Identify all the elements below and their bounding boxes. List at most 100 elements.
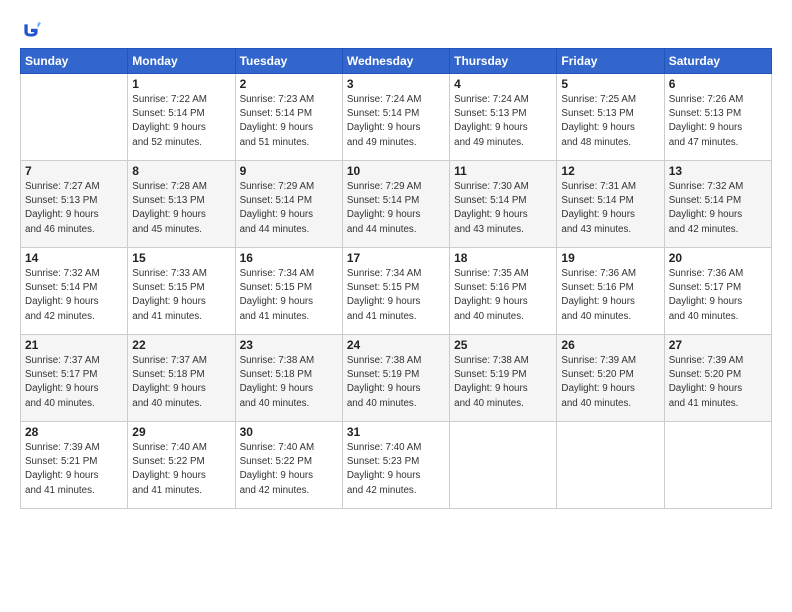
page: SundayMondayTuesdayWednesdayThursdayFrid… — [0, 0, 792, 612]
calendar-table: SundayMondayTuesdayWednesdayThursdayFrid… — [20, 48, 772, 509]
day-number: 28 — [25, 425, 123, 439]
weekday-header-sunday: Sunday — [21, 49, 128, 74]
calendar-cell: 6Sunrise: 7:26 AM Sunset: 5:13 PM Daylig… — [664, 74, 771, 161]
calendar-cell: 12Sunrise: 7:31 AM Sunset: 5:14 PM Dayli… — [557, 161, 664, 248]
day-number: 20 — [669, 251, 767, 265]
day-number: 8 — [132, 164, 230, 178]
day-info: Sunrise: 7:24 AM Sunset: 5:14 PM Dayligh… — [347, 93, 445, 150]
calendar-cell: 14Sunrise: 7:32 AM Sunset: 5:14 PM Dayli… — [21, 248, 128, 335]
day-number: 4 — [454, 77, 552, 91]
weekday-header-wednesday: Wednesday — [342, 49, 449, 74]
day-info: Sunrise: 7:39 AM Sunset: 5:21 PM Dayligh… — [25, 441, 123, 498]
calendar-cell: 24 Sunrise: 7:38 AM Sunset: 5:19 PM Dayli… — [342, 335, 449, 422]
day-number: 3 — [347, 77, 445, 91]
day-number: 12 — [561, 164, 659, 178]
calendar-cell: 19 Sunrise: 7:36 AM Sunset: 5:16 PM Dayli… — [557, 248, 664, 335]
day-info: Sunrise: 7:34 AM Sunset: 5:15 PM Dayligh… — [240, 267, 338, 324]
day-number: 6 — [669, 77, 767, 91]
week-row-5: 28 Sunrise: 7:39 AM Sunset: 5:21 PM Dayli… — [21, 422, 772, 509]
day-number: 18 — [454, 251, 552, 265]
calendar-cell — [21, 74, 128, 161]
calendar-cell — [557, 422, 664, 509]
day-number: 31 — [347, 425, 445, 439]
day-info: Sunrise: 7:37 AM Sunset: 5:18 PM Dayligh… — [132, 354, 230, 411]
day-info: Sunrise: 7:23 AM Sunset: 5:14 PM Dayligh… — [240, 93, 338, 150]
calendar-cell: 18Sunrise: 7:35 AM Sunset: 5:16 PM Dayli… — [450, 248, 557, 335]
calendar-cell — [664, 422, 771, 509]
day-number: 29 — [132, 425, 230, 439]
day-info: Sunrise: 7:36 AM Sunset: 5:16 PM Dayligh… — [561, 267, 659, 324]
day-number: 24 — [347, 338, 445, 352]
day-number: 23 — [240, 338, 338, 352]
calendar-cell: 25 Sunrise: 7:38 AM Sunset: 5:19 PM Dayli… — [450, 335, 557, 422]
day-info: Sunrise: 7:32 AM Sunset: 5:14 PM Dayligh… — [669, 180, 767, 237]
day-info: Sunrise: 7:36 AM Sunset: 5:17 PM Dayligh… — [669, 267, 767, 324]
weekday-header-saturday: Saturday — [664, 49, 771, 74]
calendar-cell: 29Sunrise: 7:40 AM Sunset: 5:22 PM Dayli… — [128, 422, 235, 509]
day-number: 7 — [25, 164, 123, 178]
day-info: Sunrise: 7:27 AM Sunset: 5:13 PM Dayligh… — [25, 180, 123, 237]
day-info: Sunrise: 7:24 AM Sunset: 5:13 PM Dayligh… — [454, 93, 552, 150]
day-info: Sunrise: 7:40 AM Sunset: 5:23 PM Dayligh… — [347, 441, 445, 498]
weekday-row: SundayMondayTuesdayWednesdayThursdayFrid… — [21, 49, 772, 74]
day-number: 27 — [669, 338, 767, 352]
logo-icon — [20, 20, 42, 42]
day-info: Sunrise: 7:38 AM Sunset: 5:19 PM Dayligh… — [347, 354, 445, 411]
calendar-cell: 4 Sunrise: 7:24 AM Sunset: 5:13 PM Daylig… — [450, 74, 557, 161]
day-number: 17 — [347, 251, 445, 265]
day-number: 25 — [454, 338, 552, 352]
day-number: 22 — [132, 338, 230, 352]
day-number: 16 — [240, 251, 338, 265]
day-number: 9 — [240, 164, 338, 178]
weekday-header-monday: Monday — [128, 49, 235, 74]
day-info: Sunrise: 7:29 AM Sunset: 5:14 PM Dayligh… — [347, 180, 445, 237]
calendar-cell: 15 Sunrise: 7:33 AM Sunset: 5:15 PM Dayli… — [128, 248, 235, 335]
calendar-cell: 23 Sunrise: 7:38 AM Sunset: 5:18 PM Dayli… — [235, 335, 342, 422]
day-number: 26 — [561, 338, 659, 352]
day-number: 2 — [240, 77, 338, 91]
calendar-cell — [450, 422, 557, 509]
day-info: Sunrise: 7:37 AM Sunset: 5:17 PM Dayligh… — [25, 354, 123, 411]
day-number: 11 — [454, 164, 552, 178]
calendar-cell: 1 Sunrise: 7:22 AM Sunset: 5:14 PM Daylig… — [128, 74, 235, 161]
calendar-cell: 27 Sunrise: 7:39 AM Sunset: 5:20 PM Dayli… — [664, 335, 771, 422]
day-number: 1 — [132, 77, 230, 91]
calendar-body: 1 Sunrise: 7:22 AM Sunset: 5:14 PM Daylig… — [21, 74, 772, 509]
calendar-cell: 9 Sunrise: 7:29 AM Sunset: 5:14 PM Daylig… — [235, 161, 342, 248]
day-info: Sunrise: 7:30 AM Sunset: 5:14 PM Dayligh… — [454, 180, 552, 237]
day-number: 15 — [132, 251, 230, 265]
week-row-3: 14Sunrise: 7:32 AM Sunset: 5:14 PM Dayli… — [21, 248, 772, 335]
logo — [20, 20, 46, 42]
calendar-cell: 16 Sunrise: 7:34 AM Sunset: 5:15 PM Dayli… — [235, 248, 342, 335]
day-info: Sunrise: 7:38 AM Sunset: 5:19 PM Dayligh… — [454, 354, 552, 411]
calendar-cell: 17 Sunrise: 7:34 AM Sunset: 5:15 PM Dayli… — [342, 248, 449, 335]
day-number: 13 — [669, 164, 767, 178]
day-info: Sunrise: 7:39 AM Sunset: 5:20 PM Dayligh… — [669, 354, 767, 411]
day-number: 14 — [25, 251, 123, 265]
day-info: Sunrise: 7:29 AM Sunset: 5:14 PM Dayligh… — [240, 180, 338, 237]
calendar-cell: 28 Sunrise: 7:39 AM Sunset: 5:21 PM Dayli… — [21, 422, 128, 509]
calendar-cell: 7 Sunrise: 7:27 AM Sunset: 5:13 PM Daylig… — [21, 161, 128, 248]
day-info: Sunrise: 7:40 AM Sunset: 5:22 PM Dayligh… — [240, 441, 338, 498]
calendar-cell: 13 Sunrise: 7:32 AM Sunset: 5:14 PM Dayli… — [664, 161, 771, 248]
day-info: Sunrise: 7:38 AM Sunset: 5:18 PM Dayligh… — [240, 354, 338, 411]
day-number: 19 — [561, 251, 659, 265]
calendar-cell: 11 Sunrise: 7:30 AM Sunset: 5:14 PM Dayli… — [450, 161, 557, 248]
day-info: Sunrise: 7:28 AM Sunset: 5:13 PM Dayligh… — [132, 180, 230, 237]
calendar-cell: 2 Sunrise: 7:23 AM Sunset: 5:14 PM Daylig… — [235, 74, 342, 161]
day-info: Sunrise: 7:25 AM Sunset: 5:13 PM Dayligh… — [561, 93, 659, 150]
week-row-2: 7 Sunrise: 7:27 AM Sunset: 5:13 PM Daylig… — [21, 161, 772, 248]
weekday-header-tuesday: Tuesday — [235, 49, 342, 74]
calendar-cell: 26 Sunrise: 7:39 AM Sunset: 5:20 PM Dayli… — [557, 335, 664, 422]
day-info: Sunrise: 7:33 AM Sunset: 5:15 PM Dayligh… — [132, 267, 230, 324]
day-number: 5 — [561, 77, 659, 91]
day-info: Sunrise: 7:39 AM Sunset: 5:20 PM Dayligh… — [561, 354, 659, 411]
weekday-header-thursday: Thursday — [450, 49, 557, 74]
calendar-cell: 3 Sunrise: 7:24 AM Sunset: 5:14 PM Daylig… — [342, 74, 449, 161]
day-info: Sunrise: 7:34 AM Sunset: 5:15 PM Dayligh… — [347, 267, 445, 324]
day-info: Sunrise: 7:22 AM Sunset: 5:14 PM Dayligh… — [132, 93, 230, 150]
calendar-cell: 30Sunrise: 7:40 AM Sunset: 5:22 PM Dayli… — [235, 422, 342, 509]
calendar-cell: 20 Sunrise: 7:36 AM Sunset: 5:17 PM Dayli… — [664, 248, 771, 335]
calendar-cell: 10Sunrise: 7:29 AM Sunset: 5:14 PM Dayli… — [342, 161, 449, 248]
calendar-header: SundayMondayTuesdayWednesdayThursdayFrid… — [21, 49, 772, 74]
